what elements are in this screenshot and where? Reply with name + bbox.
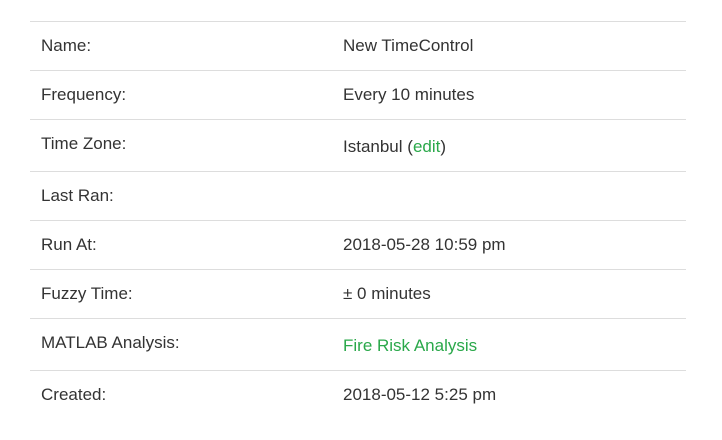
row-matlab-analysis: MATLAB Analysis: Fire Risk Analysis (30, 319, 686, 371)
value: Istanbul (edit) (343, 137, 447, 156)
value: 2018-05-28 10:59 pm (343, 235, 506, 254)
row-name: Name: New TimeControl (30, 22, 686, 71)
label: MATLAB Analysis: (41, 333, 180, 352)
label: Name: (41, 36, 92, 55)
matlab-analysis-link[interactable]: Fire Risk Analysis (343, 336, 477, 356)
label: Last Ran: (41, 186, 114, 205)
value: New TimeControl (343, 36, 474, 55)
label: Run At: (41, 235, 97, 254)
row-time-zone: Time Zone: Istanbul (edit) (30, 120, 686, 172)
label: Created: (41, 385, 107, 404)
label: Frequency: (41, 85, 127, 104)
time-zone-value: Istanbul (343, 137, 403, 156)
label: Time Zone: (41, 134, 127, 153)
row-created: Created: 2018-05-12 5:25 pm (30, 371, 686, 419)
row-last-ran: Last Ran: (30, 172, 686, 221)
value: Every 10 minutes (343, 85, 475, 104)
time-control-details-table: Name: New TimeControl Frequency: Every 10 … (30, 21, 686, 419)
row-run-at: Run At: 2018-05-28 10:59 pm (30, 221, 686, 270)
row-frequency: Frequency: Every 10 minutes (30, 71, 686, 120)
value: 2018-05-12 5:25 pm (343, 385, 497, 404)
value: ± 0 minutes (343, 284, 431, 303)
label: Fuzzy Time: (41, 284, 133, 303)
row-fuzzy-time: Fuzzy Time: ± 0 minutes (30, 270, 686, 319)
edit-time-zone-link[interactable]: edit (413, 137, 440, 156)
